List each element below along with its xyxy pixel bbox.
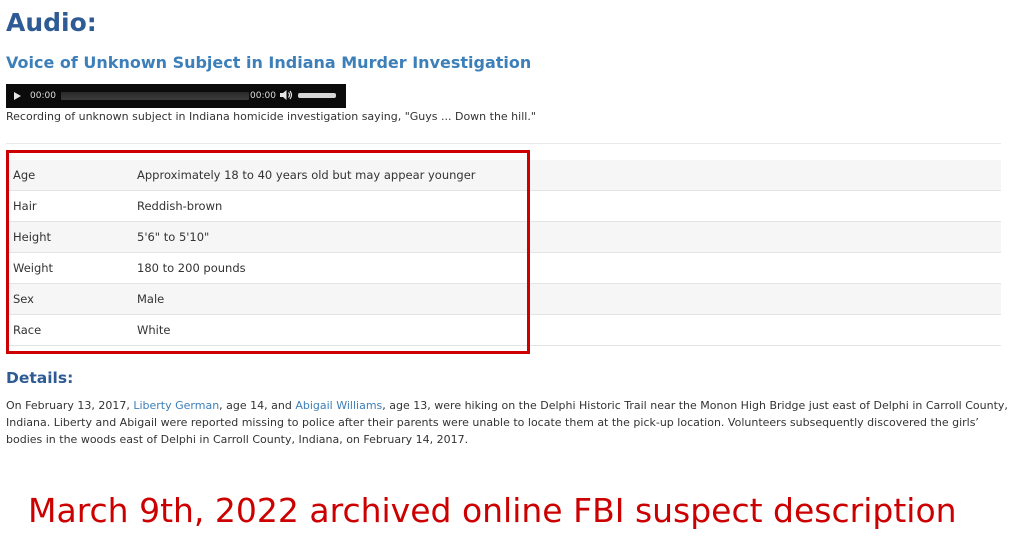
- row-value: White: [137, 323, 171, 337]
- row-value: Reddish-brown: [137, 199, 223, 213]
- volume-icon[interactable]: [279, 88, 293, 102]
- row-label: Age: [13, 168, 36, 182]
- table-row: Hair Reddish-brown: [6, 191, 1001, 222]
- table-row: Race White: [6, 315, 1001, 346]
- table-row: Sex Male: [6, 284, 1001, 315]
- row-value: 5'6" to 5'10": [137, 230, 210, 244]
- details-paragraph: On February 13, 2017, Liberty German, ag…: [6, 397, 1011, 448]
- divider: [6, 143, 1001, 144]
- seek-bar[interactable]: [61, 92, 249, 100]
- table-row: Age Approximately 18 to 40 years old but…: [6, 160, 1001, 191]
- audio-player[interactable]: 00:00 00:00: [6, 84, 346, 108]
- row-label: Hair: [13, 199, 37, 213]
- abigail-williams-link[interactable]: Abigail Williams: [295, 399, 382, 412]
- row-label: Race: [13, 323, 42, 337]
- details-text-2: , age 14, and: [219, 399, 296, 412]
- archive-annotation: March 9th, 2022 archived online FBI susp…: [28, 491, 957, 530]
- row-value: Male: [137, 292, 165, 306]
- liberty-german-link[interactable]: Liberty German: [133, 399, 219, 412]
- row-label: Weight: [13, 261, 54, 275]
- row-label: Sex: [13, 292, 34, 306]
- row-value: 180 to 200 pounds: [137, 261, 246, 275]
- current-time: 00:00: [30, 91, 56, 101]
- audio-heading: Audio:: [6, 8, 97, 37]
- table-row: Height 5'6" to 5'10": [6, 222, 1001, 253]
- row-label: Height: [13, 230, 52, 244]
- suspect-description-table: Age Approximately 18 to 40 years old but…: [6, 160, 1001, 346]
- row-value: Approximately 18 to 40 years old but may…: [137, 168, 476, 182]
- audio-title: Voice of Unknown Subject in Indiana Murd…: [6, 53, 532, 72]
- details-text-1: On February 13, 2017,: [6, 399, 134, 412]
- audio-caption: Recording of unknown subject in Indiana …: [6, 110, 536, 123]
- volume-slider[interactable]: [298, 93, 336, 98]
- duration-time: 00:00: [250, 91, 276, 101]
- play-icon[interactable]: [14, 92, 21, 100]
- details-heading: Details:: [6, 369, 74, 387]
- table-row: Weight 180 to 200 pounds: [6, 253, 1001, 284]
